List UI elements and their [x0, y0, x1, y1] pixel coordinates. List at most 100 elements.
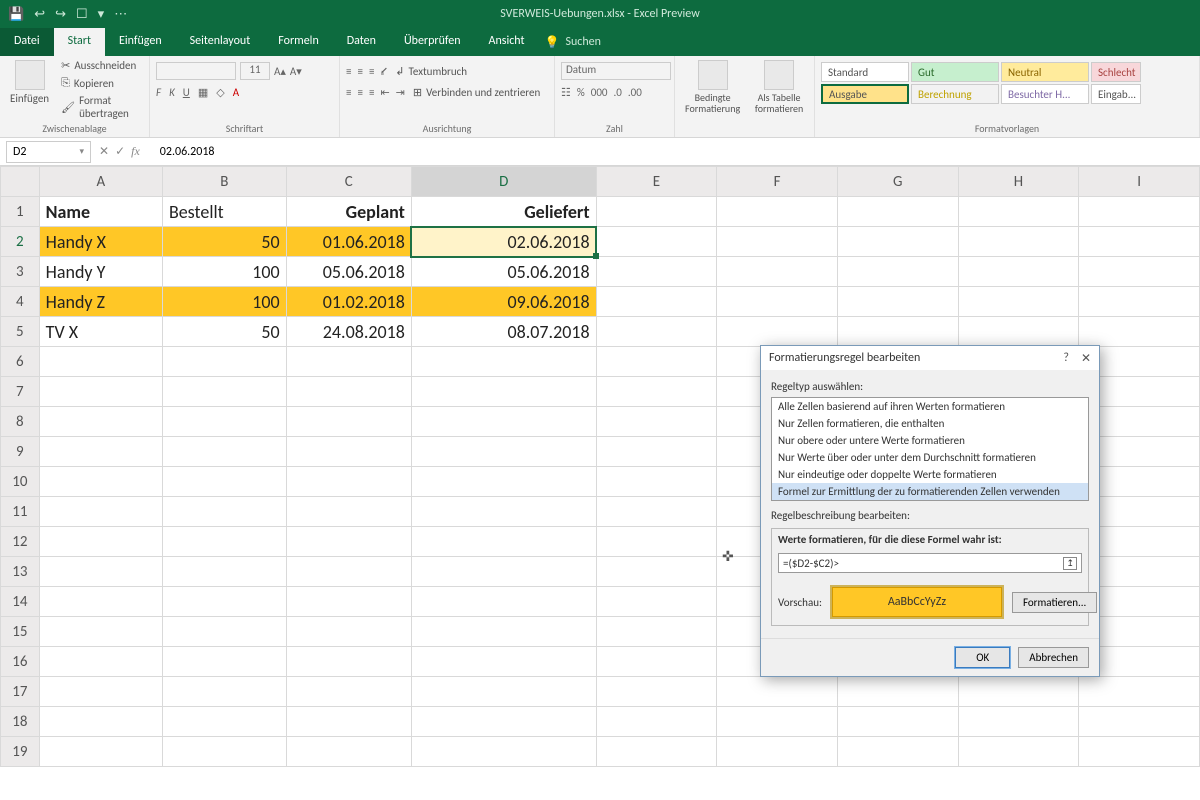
rule-type-item[interactable]: Nur obere oder untere Werte formatieren: [772, 432, 1088, 449]
thousands-icon[interactable]: 000: [591, 86, 608, 99]
col-header-H[interactable]: H: [958, 167, 1079, 197]
row-header-1[interactable]: 1: [1, 197, 40, 227]
tab-review[interactable]: Überprüfen: [390, 28, 475, 56]
font-shrink-icon[interactable]: A▾: [290, 65, 302, 78]
font-color-button[interactable]: A: [233, 86, 239, 99]
formula-input[interactable]: [154, 143, 1200, 161]
col-header-B[interactable]: B: [162, 167, 286, 197]
conditional-formatting-button[interactable]: Bedingte Formatierung: [681, 58, 744, 116]
col-header-F[interactable]: F: [717, 167, 838, 197]
align-center-icon[interactable]: ≡: [357, 86, 362, 99]
col-header-A[interactable]: A: [39, 167, 162, 197]
paste-button[interactable]: Einfügen: [6, 58, 53, 107]
cell-style-standard[interactable]: Standard: [821, 62, 909, 82]
italic-button[interactable]: K: [169, 86, 175, 99]
number-format-combo[interactable]: Datum: [561, 62, 671, 80]
row-header-2[interactable]: 2: [1, 227, 40, 257]
rule-type-item[interactable]: Alle Zellen basierend auf ihren Werten f…: [772, 398, 1088, 415]
tab-insert[interactable]: Einfügen: [105, 28, 176, 56]
rule-type-item-selected[interactable]: Formel zur Ermittlung der zu formatieren…: [772, 483, 1088, 500]
inc-decimal-icon[interactable]: .0: [613, 86, 621, 99]
cell-style-bad[interactable]: Schlecht: [1091, 62, 1141, 82]
percent-icon[interactable]: %: [577, 86, 585, 99]
format-painter-button[interactable]: 🖌Format übertragen: [59, 93, 143, 121]
tab-view[interactable]: Ansicht: [475, 28, 539, 56]
col-header-C[interactable]: C: [286, 167, 411, 197]
font-size-combo[interactable]: 11: [240, 62, 270, 80]
align-bottom-icon[interactable]: ≡: [369, 65, 374, 78]
dec-decimal-icon[interactable]: .00: [628, 86, 642, 99]
row-header-3[interactable]: 3: [1, 257, 40, 287]
cell-C4[interactable]: 01.02.2018: [286, 287, 411, 317]
cell-style-visited-link[interactable]: Besuchter H...: [1001, 84, 1089, 104]
cell-A5[interactable]: TV X: [39, 317, 162, 347]
cell-D5[interactable]: 08.07.2018: [411, 317, 596, 347]
cell-style-input[interactable]: Eingab...: [1091, 84, 1141, 104]
tab-data[interactable]: Daten: [333, 28, 390, 56]
cell-D2[interactable]: 02.06.2018: [411, 227, 596, 257]
format-as-table-button[interactable]: Als Tabelle formatieren: [750, 58, 808, 116]
select-all-corner[interactable]: [1, 167, 40, 197]
cell-D3[interactable]: 05.06.2018: [411, 257, 596, 287]
border-button[interactable]: ▦: [198, 86, 208, 99]
cell-style-output[interactable]: Ausgabe: [821, 84, 909, 104]
orientation-icon[interactable]: ⭹: [380, 62, 387, 81]
currency-icon[interactable]: ☷: [561, 86, 571, 99]
range-picker-icon[interactable]: ↥: [1063, 557, 1077, 570]
indent-inc-icon[interactable]: ⇥: [396, 86, 405, 99]
rule-formula-input[interactable]: =($D2-$C2)> ↥: [778, 553, 1082, 573]
align-left-icon[interactable]: ≡: [346, 86, 351, 99]
cancel-button[interactable]: Abbrechen: [1018, 647, 1089, 668]
align-right-icon[interactable]: ≡: [369, 86, 374, 99]
enter-formula-icon[interactable]: ✓: [115, 144, 125, 159]
indent-dec-icon[interactable]: ⇤: [380, 86, 389, 99]
col-header-G[interactable]: G: [837, 167, 958, 197]
copy-button[interactable]: ⎘Kopieren: [59, 75, 143, 91]
cell-B2[interactable]: 50: [162, 227, 286, 257]
col-header-I[interactable]: I: [1079, 167, 1200, 197]
cell-A3[interactable]: Handy Y: [39, 257, 162, 287]
name-box[interactable]: D2▾: [6, 141, 91, 163]
close-icon[interactable]: ✕: [1081, 351, 1091, 366]
cell-style-neutral[interactable]: Neutral: [1001, 62, 1089, 82]
cell-C3[interactable]: 05.06.2018: [286, 257, 411, 287]
cancel-formula-icon[interactable]: ✕: [99, 144, 109, 159]
ok-button[interactable]: OK: [955, 647, 1010, 668]
fill-color-button[interactable]: ◇: [216, 86, 224, 99]
wrap-text-button[interactable]: ↲Textumbruch: [393, 64, 469, 79]
cell-D4[interactable]: 09.06.2018: [411, 287, 596, 317]
rule-type-item[interactable]: Nur Zellen formatieren, die enthalten: [772, 415, 1088, 432]
cut-button[interactable]: ✂Ausschneiden: [59, 58, 143, 73]
cell-B4[interactable]: 100: [162, 287, 286, 317]
cell-C1[interactable]: Geplant: [286, 197, 411, 227]
help-icon[interactable]: ?: [1063, 351, 1069, 366]
row-header-5[interactable]: 5: [1, 317, 40, 347]
cell-style-good[interactable]: Gut: [911, 62, 999, 82]
rule-type-item[interactable]: Nur eindeutige oder doppelte Werte forma…: [772, 466, 1088, 483]
tab-formulas[interactable]: Formeln: [264, 28, 332, 56]
cell-A2[interactable]: Handy X: [39, 227, 162, 257]
fx-icon[interactable]: fx: [131, 144, 146, 159]
cell-C5[interactable]: 24.08.2018: [286, 317, 411, 347]
tab-file[interactable]: Datei: [0, 28, 54, 56]
format-button[interactable]: Formatieren...: [1012, 592, 1097, 613]
tab-start[interactable]: Start: [54, 28, 105, 56]
cell-B3[interactable]: 100: [162, 257, 286, 287]
col-header-D[interactable]: D: [411, 167, 596, 197]
bold-button[interactable]: F: [156, 86, 161, 99]
cell-A1[interactable]: Name: [39, 197, 162, 227]
chevron-down-icon[interactable]: ▾: [79, 146, 84, 157]
cell-style-calc[interactable]: Berechnung: [911, 84, 999, 104]
rule-type-list[interactable]: Alle Zellen basierend auf ihren Werten f…: [771, 397, 1089, 501]
dialog-header[interactable]: Formatierungsregel bearbeiten ?✕: [761, 346, 1099, 370]
tell-me-search[interactable]: 💡 Suchen: [545, 28, 601, 56]
merge-center-button[interactable]: ⊞Verbinden und zentrieren: [411, 85, 542, 100]
cell-A4[interactable]: Handy Z: [39, 287, 162, 317]
col-header-E[interactable]: E: [596, 167, 717, 197]
cell-E1[interactable]: [596, 197, 717, 227]
underline-button[interactable]: U: [183, 86, 190, 99]
align-middle-icon[interactable]: ≡: [357, 65, 362, 78]
font-grow-icon[interactable]: A▴: [274, 65, 286, 78]
cell-C2[interactable]: 01.06.2018: [286, 227, 411, 257]
align-top-icon[interactable]: ≡: [346, 65, 351, 78]
